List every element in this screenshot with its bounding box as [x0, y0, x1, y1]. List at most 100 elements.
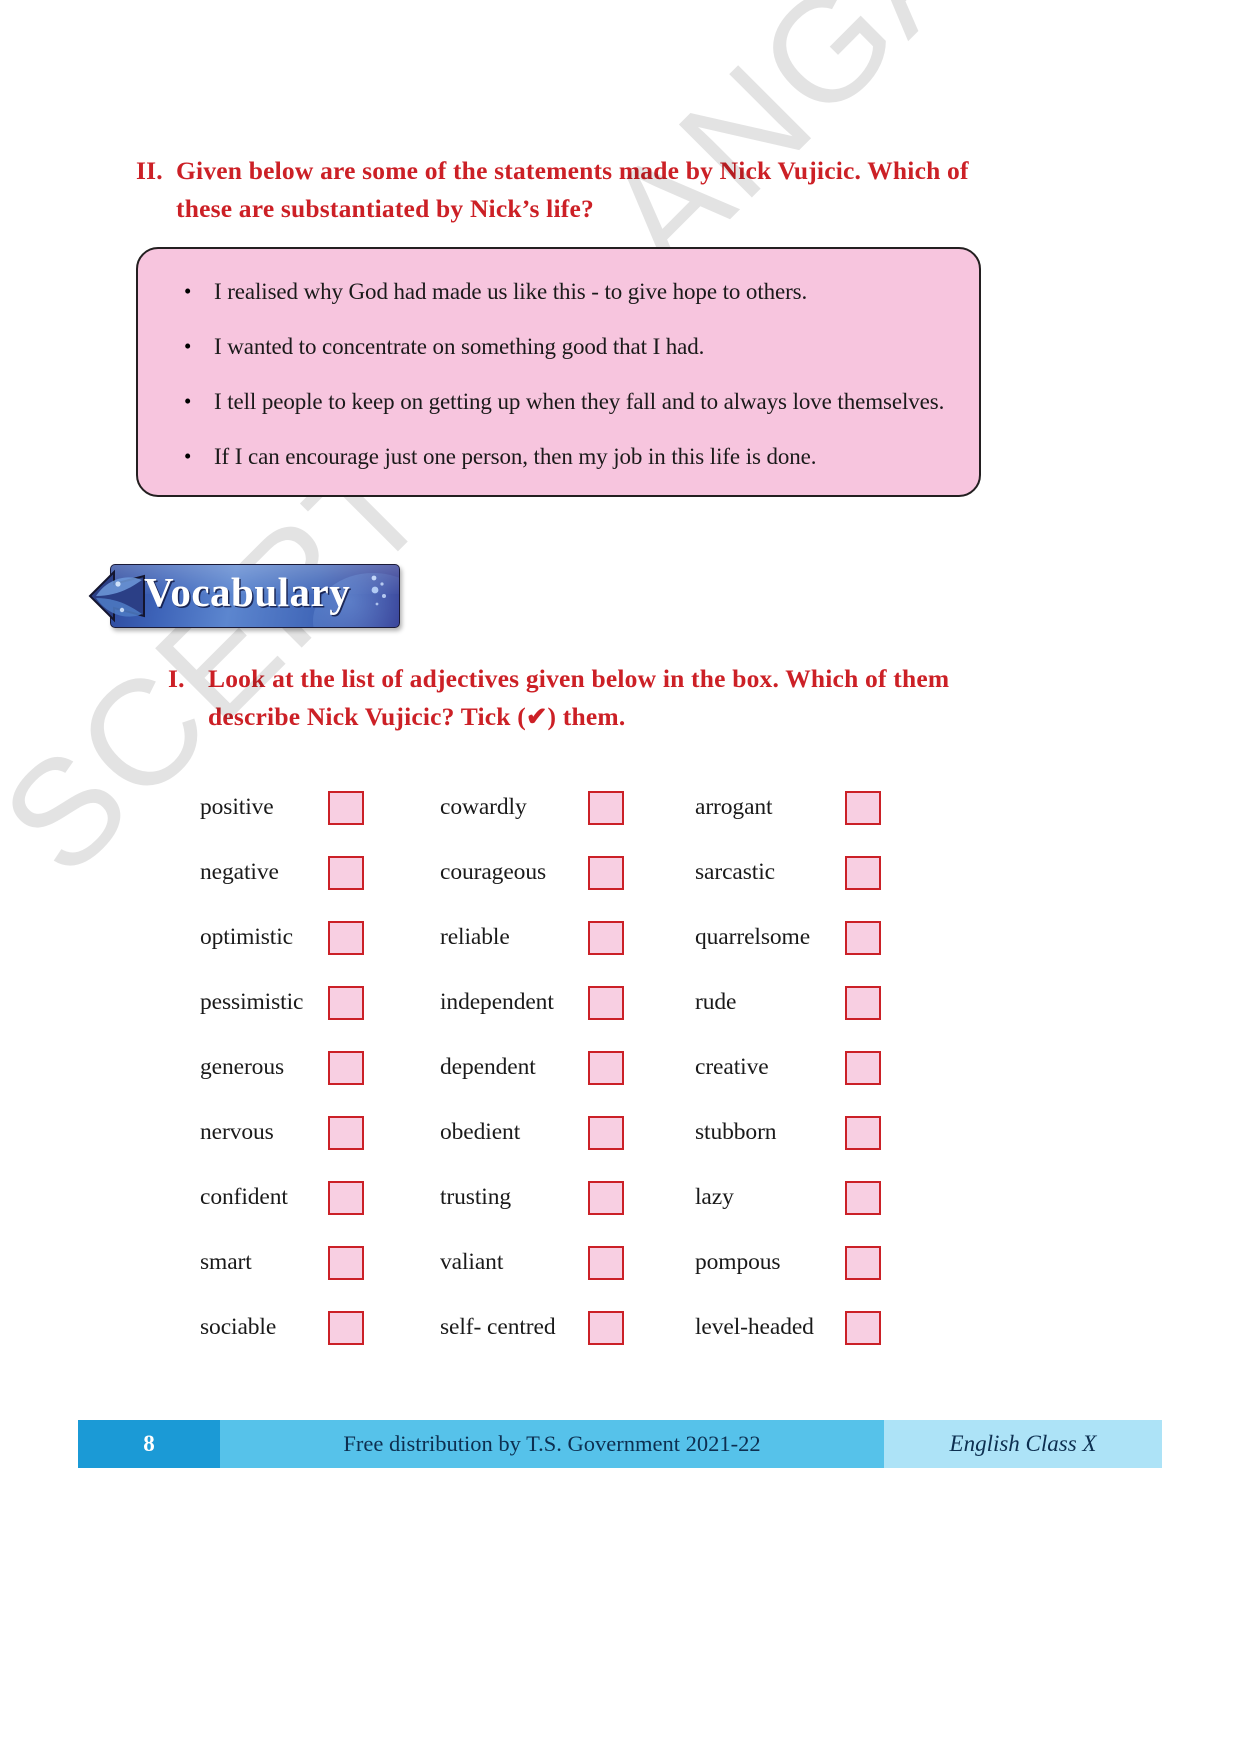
statements-list: I realised why God had made us like this…: [138, 249, 979, 471]
footer-page-number: 8: [78, 1420, 220, 1468]
adjective-cell: valiant: [440, 1245, 695, 1280]
list-item: I wanted to concentrate on something goo…: [180, 332, 945, 361]
adjective-row: generous dependent creative: [200, 1035, 900, 1100]
adjective-label: level-headed: [695, 1314, 814, 1340]
adjective-label: valiant: [440, 1249, 504, 1275]
list-item: If I can encourage just one person, then…: [180, 442, 945, 471]
adjective-row: positive cowardly arrogant: [200, 775, 900, 840]
adjective-label: obedient: [440, 1119, 521, 1145]
adjective-cell: pessimistic: [200, 985, 440, 1020]
adjective-label: confident: [200, 1184, 288, 1210]
tick-checkbox[interactable]: [328, 1245, 364, 1280]
adjectives-grid: positive cowardly arrogant negative cour…: [200, 775, 900, 1360]
adjective-cell: smart: [200, 1245, 440, 1280]
tick-checkbox[interactable]: [588, 855, 624, 890]
question-heading-ii: II. Given below are some of the statemen…: [136, 152, 996, 228]
adjective-label: dependent: [440, 1054, 536, 1080]
textbook-page: SCERT TELANGANA II. Given below are some…: [0, 0, 1240, 1755]
tick-checkbox[interactable]: [588, 1180, 624, 1215]
tick-checkbox[interactable]: [328, 1115, 364, 1150]
list-item: I tell people to keep on getting up when…: [180, 387, 945, 416]
adjective-label: negative: [200, 859, 279, 885]
adjective-cell: level-headed: [695, 1310, 900, 1345]
adjective-row: sociable self- centred level-headed: [200, 1295, 900, 1360]
tick-checkbox[interactable]: [845, 1310, 881, 1345]
tick-checkbox[interactable]: [588, 790, 624, 825]
tick-checkbox[interactable]: [328, 855, 364, 890]
tick-checkbox[interactable]: [588, 1245, 624, 1280]
tick-checkbox[interactable]: [588, 985, 624, 1020]
adjective-label: independent: [440, 989, 554, 1015]
adjective-label: optimistic: [200, 924, 294, 950]
question-heading-i: I. Look at the list of adjectives given …: [168, 660, 998, 736]
adjective-cell: rude: [695, 985, 900, 1020]
banner-label: Vocabulary: [144, 569, 351, 615]
adjective-cell: lazy: [695, 1180, 900, 1215]
tick-checkbox[interactable]: [588, 920, 624, 955]
adjective-row: nervous obedient stubborn: [200, 1100, 900, 1165]
adjective-row: confident trusting lazy: [200, 1165, 900, 1230]
tick-checkbox[interactable]: [845, 855, 881, 890]
adjective-cell: nervous: [200, 1115, 440, 1150]
list-item: I realised why God had made us like this…: [180, 277, 945, 306]
question-text: Look at the list of adjectives given bel…: [208, 664, 950, 731]
adjective-label: courageous: [440, 859, 547, 885]
adjective-cell: pompous: [695, 1245, 900, 1280]
question-text: Given below are some of the statements m…: [176, 156, 969, 223]
adjective-label: cowardly: [440, 794, 527, 820]
tick-checkbox[interactable]: [328, 1050, 364, 1085]
tick-checkbox[interactable]: [588, 1115, 624, 1150]
adjective-label: pessimistic: [200, 989, 304, 1015]
adjective-cell: positive: [200, 790, 440, 825]
adjective-cell: dependent: [440, 1050, 695, 1085]
adjective-label: positive: [200, 794, 274, 820]
adjective-label: lazy: [695, 1184, 734, 1210]
tick-checkbox[interactable]: [845, 985, 881, 1020]
tick-checkbox[interactable]: [328, 790, 364, 825]
adjective-label: generous: [200, 1054, 285, 1080]
adjective-label: stubborn: [695, 1119, 777, 1145]
adjective-label: reliable: [440, 924, 510, 950]
adjective-label: nervous: [200, 1119, 274, 1145]
adjective-cell: reliable: [440, 920, 695, 955]
adjective-label: rude: [695, 989, 737, 1015]
adjective-row: optimistic reliable quarrelsome: [200, 905, 900, 970]
adjective-label: arrogant: [695, 794, 773, 820]
tick-checkbox[interactable]: [845, 790, 881, 825]
statements-box: I realised why God had made us like this…: [136, 247, 981, 497]
adjective-cell: sarcastic: [695, 855, 900, 890]
footer-book-title: English Class X: [884, 1420, 1162, 1468]
tick-checkbox[interactable]: [328, 920, 364, 955]
adjective-label: trusting: [440, 1184, 512, 1210]
tick-checkbox[interactable]: [328, 985, 364, 1020]
adjective-cell: negative: [200, 855, 440, 890]
tick-checkbox[interactable]: [588, 1310, 624, 1345]
adjective-cell: sociable: [200, 1310, 440, 1345]
adjective-row: pessimistic independent rude: [200, 970, 900, 1035]
adjective-cell: quarrelsome: [695, 920, 900, 955]
footer-distribution-text: Free distribution by T.S. Government 202…: [220, 1420, 884, 1468]
tick-checkbox[interactable]: [845, 1050, 881, 1085]
adjective-label: sociable: [200, 1314, 277, 1340]
water-drops-icon: [371, 575, 386, 606]
tick-checkbox[interactable]: [328, 1310, 364, 1345]
tick-checkbox[interactable]: [845, 1180, 881, 1215]
adjective-row: smart valiant pompous: [200, 1230, 900, 1295]
adjective-label: smart: [200, 1249, 252, 1275]
adjective-cell: creative: [695, 1050, 900, 1085]
adjective-label: quarrelsome: [695, 924, 811, 950]
question-marker: II.: [136, 156, 163, 185]
adjective-cell: trusting: [440, 1180, 695, 1215]
adjective-label: pompous: [695, 1249, 781, 1275]
tick-checkbox[interactable]: [845, 1245, 881, 1280]
tick-checkbox[interactable]: [588, 1050, 624, 1085]
adjective-cell: optimistic: [200, 920, 440, 955]
page-footer: 8 Free distribution by T.S. Government 2…: [78, 1420, 1162, 1468]
adjective-cell: courageous: [440, 855, 695, 890]
question-marker: I.: [168, 664, 185, 693]
adjective-cell: confident: [200, 1180, 440, 1215]
tick-checkbox[interactable]: [845, 920, 881, 955]
adjective-cell: stubborn: [695, 1115, 900, 1150]
tick-checkbox[interactable]: [845, 1115, 881, 1150]
tick-checkbox[interactable]: [328, 1180, 364, 1215]
